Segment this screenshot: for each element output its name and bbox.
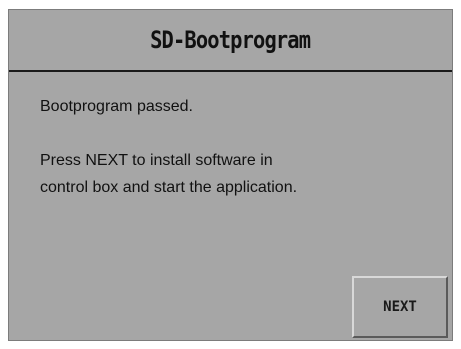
dialog-title: SD-Bootprogram [150, 26, 311, 54]
status-message: Bootprogram passed. [40, 98, 193, 115]
instruction-line-2: control box and start the application. [40, 179, 298, 196]
boot-dialog: SD-Bootprogram Bootprogram passed. Press… [8, 9, 453, 341]
next-button[interactable]: NEXT [352, 276, 448, 338]
title-bar: SD-Bootprogram [9, 10, 452, 70]
instruction-line-1: Press NEXT to install software in [40, 152, 273, 169]
title-divider [9, 70, 452, 72]
message-area: Bootprogram passed. Press NEXT to instal… [40, 93, 297, 201]
